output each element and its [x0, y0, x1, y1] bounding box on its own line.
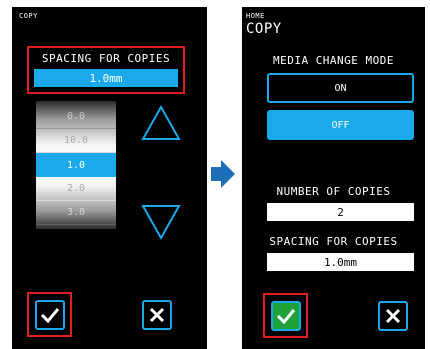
spacing-value-field[interactable]: 1.0mm	[34, 69, 178, 87]
breadcrumb: HOME	[246, 12, 265, 20]
spacing-label: SPACING FOR COPIES	[41, 52, 171, 65]
left-screen: COPY SPACING FOR COPIES 1.0mm 0.0 10.0 1…	[12, 7, 207, 349]
media-change-label: MEDIA CHANGE MODE	[272, 54, 395, 67]
triangle-up-icon[interactable]	[140, 104, 182, 142]
right-screen: HOME COPY MEDIA CHANGE MODE ON OFF NUMBE…	[242, 7, 425, 349]
roller-item-selected[interactable]: 1.0	[36, 153, 116, 177]
media-change-off-button[interactable]: OFF	[267, 110, 414, 140]
media-change-on-button[interactable]: ON	[267, 73, 414, 103]
arrow-right-icon	[211, 160, 235, 188]
roller-item[interactable]: 2.0	[36, 177, 116, 201]
spacing-label: SPACING FOR COPIES	[269, 235, 398, 248]
page-title: COPY	[246, 21, 282, 37]
checkmark-icon	[276, 309, 296, 324]
confirm-button[interactable]	[35, 300, 65, 330]
checkmark-icon	[40, 308, 60, 323]
spacing-value-field[interactable]: 1.0mm	[267, 253, 414, 271]
breadcrumb: COPY	[19, 12, 38, 20]
roller-item[interactable]: 10.0	[36, 129, 116, 153]
confirm-button[interactable]	[271, 301, 301, 331]
close-icon	[149, 307, 165, 323]
copies-label: NUMBER OF COPIES	[276, 185, 391, 198]
cancel-button[interactable]	[142, 300, 172, 330]
cancel-button[interactable]	[378, 301, 408, 331]
spacing-roller[interactable]: 0.0 10.0 1.0 2.0 3.0	[36, 101, 116, 229]
triangle-down-icon[interactable]	[140, 203, 182, 241]
copies-value-field[interactable]: 2	[267, 203, 414, 221]
roller-item[interactable]: 3.0	[36, 201, 116, 225]
close-icon	[385, 308, 401, 324]
roller-item[interactable]: 0.0	[36, 105, 116, 129]
